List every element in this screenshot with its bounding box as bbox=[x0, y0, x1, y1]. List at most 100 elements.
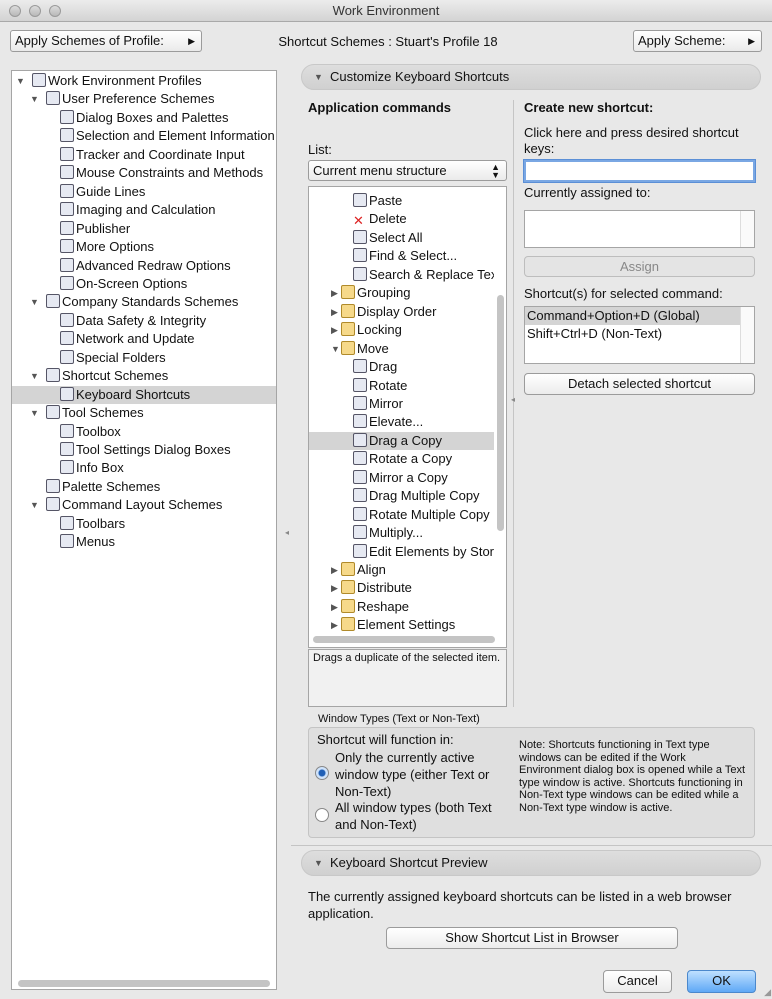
radio-option2-button[interactable] bbox=[315, 808, 329, 823]
customize-section-header[interactable]: ▼ Customize Keyboard Shortcuts bbox=[301, 64, 761, 90]
tree-item[interactable]: ▼ Tool Schemes bbox=[12, 404, 276, 422]
tree-item[interactable]: Tracker and Coordinate Input bbox=[12, 146, 276, 164]
tree-item[interactable]: ▼ Company Standards Schemes bbox=[12, 293, 276, 311]
tree-horizontal-scrollbar[interactable] bbox=[12, 978, 276, 988]
command-item[interactable]: Drag a Copy bbox=[309, 431, 494, 451]
tree-item[interactable]: Info Box bbox=[12, 459, 276, 477]
command-item[interactable]: ▶ Distribute bbox=[309, 579, 494, 597]
tree-item[interactable]: Mouse Constraints and Methods bbox=[12, 164, 276, 182]
tree-item[interactable]: Toolbars bbox=[12, 515, 276, 533]
collapsed-triangle-icon[interactable]: ▶ bbox=[331, 598, 341, 616]
command-item[interactable]: Rotate a Copy bbox=[309, 450, 494, 468]
command-list[interactable]: Paste ✕ Delete Select All Find & Select... Se… bbox=[308, 186, 507, 648]
splitter-grip-icon[interactable]: ◂ bbox=[285, 528, 289, 537]
detach-shortcut-button[interactable]: Detach selected shortcut bbox=[524, 373, 755, 395]
tree-item[interactable]: Tool Settings Dialog Boxes bbox=[12, 441, 276, 459]
command-item[interactable]: ▶ Align bbox=[309, 561, 494, 579]
expanded-triangle-icon[interactable]: ▼ bbox=[30, 367, 40, 385]
tree-item[interactable]: More Options bbox=[12, 238, 276, 256]
tree-item[interactable]: Palette Schemes bbox=[12, 478, 276, 496]
radio-option2-label[interactable]: All window types (both Text and Non-Text… bbox=[335, 799, 495, 833]
command-item[interactable]: ▼ Move bbox=[309, 340, 494, 358]
shortcut-entry[interactable]: Command+Option+D (Global) bbox=[525, 307, 740, 325]
expanded-triangle-icon[interactable]: ▼ bbox=[30, 404, 40, 422]
tree-item[interactable]: Special Folders bbox=[12, 349, 276, 367]
tree-item[interactable]: Dialog Boxes and Palettes bbox=[12, 109, 276, 127]
shortcut-key-field[interactable] bbox=[523, 159, 756, 183]
zoom-window-button[interactable] bbox=[49, 5, 61, 17]
tree-item[interactable]: Network and Update bbox=[12, 330, 276, 348]
command-item[interactable]: ▶ Element Settings bbox=[309, 616, 494, 634]
expanded-triangle-icon[interactable]: ▼ bbox=[30, 496, 40, 514]
command-item[interactable]: Find & Select... bbox=[309, 247, 494, 265]
command-item[interactable]: ▶ Display Order bbox=[309, 303, 494, 321]
tree-item[interactable]: Advanced Redraw Options bbox=[12, 257, 276, 275]
list-select[interactable]: Current menu structure ▲ ▼ bbox=[308, 160, 507, 181]
tree-item[interactable]: On-Screen Options bbox=[12, 275, 276, 293]
minimize-window-button[interactable] bbox=[29, 5, 41, 17]
apply-profile-popup[interactable]: Apply Schemes of Profile: ▶ bbox=[10, 30, 202, 52]
command-item[interactable]: Drag Multiple Copy bbox=[309, 487, 494, 505]
tree-item[interactable]: ▼ Work Environment Profiles bbox=[12, 72, 276, 90]
command-item[interactable]: Elevate... bbox=[309, 413, 494, 431]
expanded-triangle-icon[interactable]: ▼ bbox=[30, 90, 40, 108]
collapsed-triangle-icon[interactable]: ▶ bbox=[331, 616, 341, 634]
command-item[interactable]: Select All bbox=[309, 229, 494, 247]
cancel-button[interactable]: Cancel bbox=[603, 970, 672, 993]
tree-item[interactable]: ▼ User Preference Schemes bbox=[12, 90, 276, 108]
ok-button[interactable]: OK bbox=[687, 970, 756, 993]
tree-item[interactable]: Guide Lines bbox=[12, 183, 276, 201]
expanded-triangle-icon[interactable]: ▼ bbox=[16, 72, 26, 90]
expanded-triangle-icon[interactable]: ▼ bbox=[331, 340, 341, 358]
command-item[interactable]: ▶ Locking bbox=[309, 321, 494, 339]
command-item[interactable]: Edit Elements by Stories bbox=[309, 543, 494, 561]
tree-item[interactable]: Selection and Element Information bbox=[12, 127, 276, 145]
apply-scheme-popup[interactable]: Apply Scheme: ▶ bbox=[633, 30, 762, 52]
tree-item[interactable]: Menus bbox=[12, 533, 276, 551]
tree-item[interactable]: ▼ Command Layout Schemes bbox=[12, 496, 276, 514]
preview-section-header[interactable]: ▼ Keyboard Shortcut Preview bbox=[301, 850, 761, 876]
close-window-button[interactable] bbox=[9, 5, 21, 17]
shortcut-list-scrollbar[interactable] bbox=[740, 307, 754, 363]
command-item[interactable]: Mirror a Copy bbox=[309, 469, 494, 487]
shortcuts-for-selected-list[interactable]: Command+Option+D (Global) Shift+Ctrl+D (N… bbox=[524, 306, 755, 364]
command-item[interactable]: ✕ Delete bbox=[309, 210, 494, 228]
right-panel: ▼ Customize Keyboard Shortcuts Applicati… bbox=[291, 62, 772, 999]
profile-tree[interactable]: ▼ Work Environment Profiles ▼ User Preferen… bbox=[11, 70, 277, 990]
command-list-scrollbar[interactable] bbox=[497, 295, 504, 531]
tree-item[interactable]: Imaging and Calculation bbox=[12, 201, 276, 219]
tree-item-label: Imaging and Calculation bbox=[76, 202, 216, 218]
command-item[interactable]: Rotate bbox=[309, 377, 494, 395]
radio-option1-button[interactable] bbox=[315, 766, 329, 781]
edit-elements-icon bbox=[353, 543, 367, 558]
tree-item[interactable]: ▼ Shortcut Schemes bbox=[12, 367, 276, 385]
command-item[interactable]: Drag bbox=[309, 358, 494, 376]
shortcut-entry[interactable]: Shift+Ctrl+D (Non-Text) bbox=[525, 325, 740, 343]
divider-grip-icon[interactable]: ◂ bbox=[511, 395, 515, 404]
tree-item[interactable]: Keyboard Shortcuts bbox=[12, 385, 276, 404]
command-item[interactable]: Multiply... bbox=[309, 524, 494, 542]
radio-option1-label[interactable]: Only the currently active window type (e… bbox=[335, 749, 515, 800]
command-item[interactable]: Rotate Multiple Copy bbox=[309, 506, 494, 524]
command-item[interactable]: Mirror bbox=[309, 395, 494, 413]
collapsed-triangle-icon[interactable]: ▶ bbox=[331, 284, 341, 302]
collapsed-triangle-icon[interactable]: ▶ bbox=[331, 303, 341, 321]
command-item[interactable]: Search & Replace Text... bbox=[309, 266, 494, 284]
collapsed-triangle-icon[interactable]: ▶ bbox=[331, 561, 341, 579]
tree-item[interactable]: Publisher bbox=[12, 220, 276, 238]
show-shortcut-list-button[interactable]: Show Shortcut List in Browser bbox=[386, 927, 678, 949]
assigned-scrollbar[interactable] bbox=[740, 211, 754, 247]
command-item[interactable]: ▶ Reshape bbox=[309, 598, 494, 616]
command-item[interactable]: Paste bbox=[309, 192, 494, 210]
resize-grip-icon[interactable]: ◢ bbox=[764, 987, 771, 998]
collapsed-triangle-icon[interactable]: ▶ bbox=[331, 321, 341, 339]
expanded-triangle-icon[interactable]: ▼ bbox=[30, 293, 40, 311]
collapsed-triangle-icon[interactable]: ▶ bbox=[331, 579, 341, 597]
command-list-hscrollbar[interactable] bbox=[313, 636, 495, 643]
radio-unselected-icon[interactable] bbox=[315, 808, 329, 822]
assign-button[interactable]: Assign bbox=[524, 256, 755, 277]
tree-item[interactable]: Toolbox bbox=[12, 423, 276, 441]
radio-selected-icon[interactable] bbox=[315, 766, 329, 780]
tree-item[interactable]: Data Safety & Integrity bbox=[12, 312, 276, 330]
command-item[interactable]: ▶ Grouping bbox=[309, 284, 494, 302]
